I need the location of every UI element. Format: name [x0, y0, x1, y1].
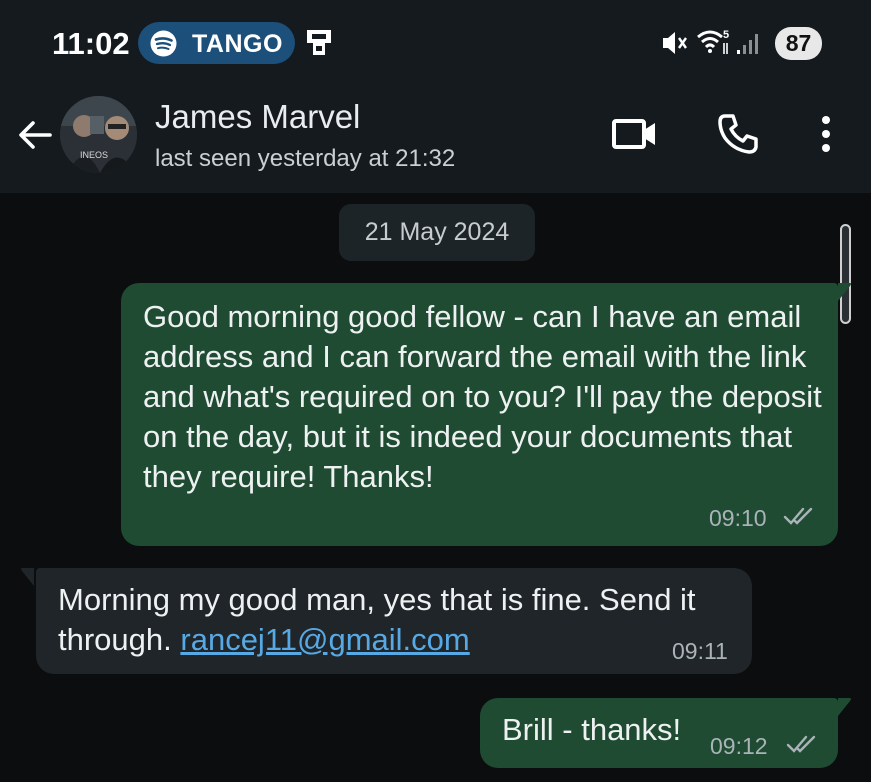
message-time: 09:12	[710, 733, 768, 759]
spotify-label: TANGO	[192, 30, 283, 58]
message-text: Morning my good man, yes that is fine. S…	[58, 580, 738, 660]
mute-icon	[660, 30, 688, 61]
outgoing-message[interactable]: Good morning good fellow - can I have an…	[121, 283, 838, 546]
svg-text:INEOS: INEOS	[80, 150, 108, 160]
chat-header: INEOS James Marvel last seen yesterday a…	[0, 86, 871, 193]
status-bar: 11:02 TANGO 5 87	[0, 0, 871, 86]
cast-icon	[305, 26, 333, 63]
scrollbar[interactable]	[840, 224, 851, 324]
email-link[interactable]: rancej11@gmail.com	[180, 622, 469, 657]
double-check-icon	[783, 505, 817, 532]
contact-name[interactable]: James Marvel	[155, 98, 360, 136]
message-text: Brill - thanks!	[502, 712, 682, 747]
spotify-now-playing-pill[interactable]: TANGO	[138, 22, 295, 64]
contact-last-seen: last seen yesterday at 21:32	[155, 145, 456, 172]
date-chip: 21 May 2024	[339, 204, 535, 261]
message-text: Good morning good fellow - can I have an…	[143, 299, 822, 494]
status-time: 11:02	[52, 26, 130, 61]
message-time: 09:10	[709, 505, 767, 531]
battery-level: 87	[775, 27, 822, 60]
svg-text:5: 5	[723, 29, 729, 41]
outgoing-message[interactable]: Brill - thanks! 09:12	[480, 698, 838, 768]
avatar[interactable]: INEOS	[60, 96, 137, 173]
more-options-icon[interactable]	[814, 114, 838, 159]
double-check-icon	[786, 733, 820, 760]
chat-messages[interactable]: 21 May 2024 Good morning good fellow - c…	[0, 193, 871, 782]
signal-icon	[736, 32, 762, 59]
voice-call-icon[interactable]	[716, 112, 760, 161]
wifi-5-icon: 5	[696, 28, 732, 61]
message-time: 09:11	[672, 638, 728, 664]
video-call-icon[interactable]	[610, 114, 660, 159]
back-arrow-icon[interactable]	[16, 116, 54, 159]
spotify-icon	[150, 30, 177, 62]
incoming-message[interactable]: Morning my good man, yes that is fine. S…	[36, 568, 752, 674]
